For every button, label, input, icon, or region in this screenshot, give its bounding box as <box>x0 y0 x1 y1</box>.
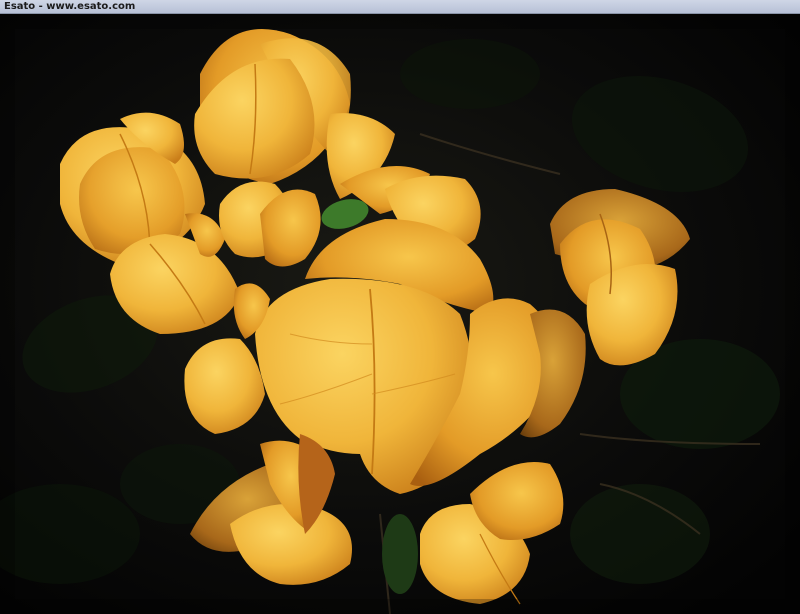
bougainvillea-image <box>0 14 800 614</box>
window-title: Esato - www.esato.com <box>4 1 136 12</box>
title-bar: Esato - www.esato.com <box>0 0 800 14</box>
flower-photo <box>0 14 800 614</box>
